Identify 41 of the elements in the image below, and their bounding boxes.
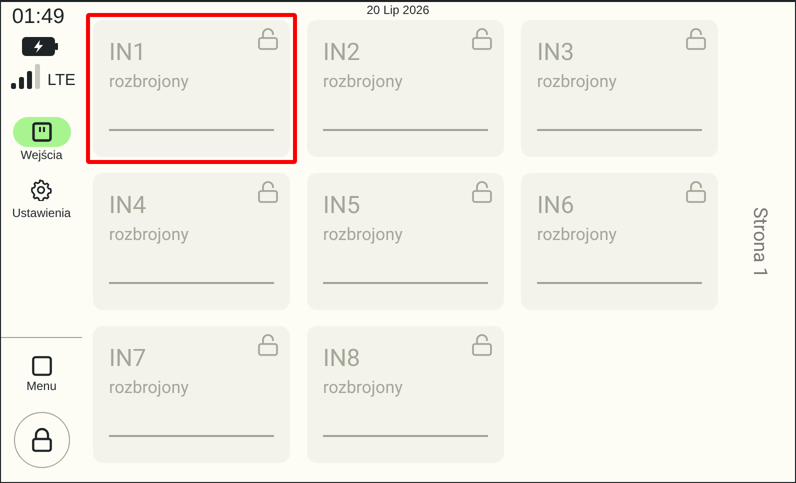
input-state: rozbrojony xyxy=(537,71,618,93)
input-name: IN4 xyxy=(109,191,146,219)
input-card[interactable]: IN1 rozbrojony xyxy=(86,13,297,164)
battery-charging-icon xyxy=(22,37,58,56)
input-state: rozbrojony xyxy=(109,377,190,399)
unlocked-padlock-icon xyxy=(472,28,492,50)
input-panel-icon xyxy=(32,122,52,142)
network-text: LTE xyxy=(47,72,76,90)
page-label: Strona 1 xyxy=(748,206,772,278)
clock-text: 01:49 xyxy=(12,5,65,29)
input-state: rozbrojony xyxy=(323,224,404,246)
nav-label: Ustawienia xyxy=(12,206,71,220)
unlocked-padlock-icon xyxy=(686,28,706,50)
unlocked-padlock-icon xyxy=(472,181,492,203)
input-name: IN6 xyxy=(537,191,574,219)
menu-label: Menu xyxy=(26,379,57,393)
unlocked-padlock-icon xyxy=(258,28,278,50)
unlocked-padlock-icon xyxy=(686,181,706,203)
input-name: IN7 xyxy=(109,344,146,372)
nav-button[interactable] xyxy=(12,117,70,147)
input-name: IN2 xyxy=(323,38,360,66)
unlocked-padlock-icon xyxy=(258,181,278,203)
unlocked-padlock-icon xyxy=(472,334,492,356)
unlocked-padlock-icon xyxy=(258,334,278,356)
menu-button[interactable] xyxy=(30,354,54,378)
input-state: rozbrojony xyxy=(537,224,618,246)
date-text: 20 Lip 2026 xyxy=(366,3,430,17)
input-name: IN3 xyxy=(537,38,574,66)
input-name: IN8 xyxy=(323,344,360,372)
settings-icon xyxy=(30,179,52,201)
input-state: rozbrojony xyxy=(109,71,190,93)
lock-icon xyxy=(32,428,52,452)
input-name: IN5 xyxy=(323,191,360,219)
input-state: rozbrojony xyxy=(109,224,190,246)
signal-icon xyxy=(11,64,42,90)
input-name: IN1 xyxy=(109,38,146,66)
square-icon xyxy=(32,356,52,376)
lock-button[interactable] xyxy=(14,412,70,468)
input-state: rozbrojony xyxy=(323,71,404,93)
nav-label: Wejścia xyxy=(20,148,62,162)
input-state: rozbrojony xyxy=(323,377,404,399)
